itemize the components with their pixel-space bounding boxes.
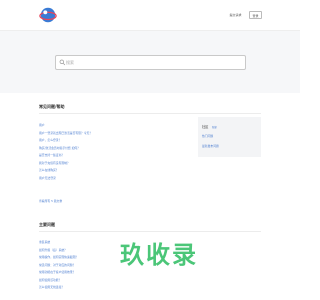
faq-article-list: 用户 用户一登录就出现已激活是否有限？今天？ 用户，怎么登录？ 购买/激活会员时…	[39, 123, 92, 185]
faq-article-link[interactable]: 用户无法登录	[39, 176, 92, 185]
sidebar-title: 社区	[202, 125, 209, 129]
search-banner: 搜索	[0, 31, 300, 93]
faq-see-all-link[interactable]: 查看所有 5 篇文章	[39, 199, 62, 203]
faq-section-title: 常见问题/帮助	[39, 104, 65, 109]
brand-logo-icon[interactable]	[39, 6, 57, 24]
search-placeholder: 搜索	[66, 60, 74, 65]
submit-request-link[interactable]: 提交请求	[227, 11, 244, 19]
community-sidebar: 社区 新建 热门问题 最新发布问题	[198, 117, 261, 157]
site-watermark: 玖收录	[120, 241, 198, 269]
sidebar-badge[interactable]: 新建	[212, 125, 217, 129]
search-input[interactable]: 搜索	[55, 55, 246, 70]
top-navigation-bar: 提交请求 登录	[0, 0, 300, 31]
main-issues-section-title: 主要问题	[39, 222, 55, 227]
sidebar-item-hot-questions[interactable]: 热门问题	[202, 134, 213, 138]
sign-in-button[interactable]: 登录	[249, 11, 262, 19]
main-issues-article-list: 重装系统 如何升级（后）系统？ 常用操作，如何实现快速截图？ 常见问题：对于对应…	[39, 240, 78, 294]
sidebar-item-latest-questions[interactable]: 最新发布问题	[202, 144, 219, 148]
main-issues-section-divider	[39, 231, 261, 232]
faq-section-divider	[39, 113, 261, 114]
search-icon	[59, 59, 66, 66]
main-issues-article-link[interactable]: 怎么使用无线连接？	[39, 285, 78, 294]
